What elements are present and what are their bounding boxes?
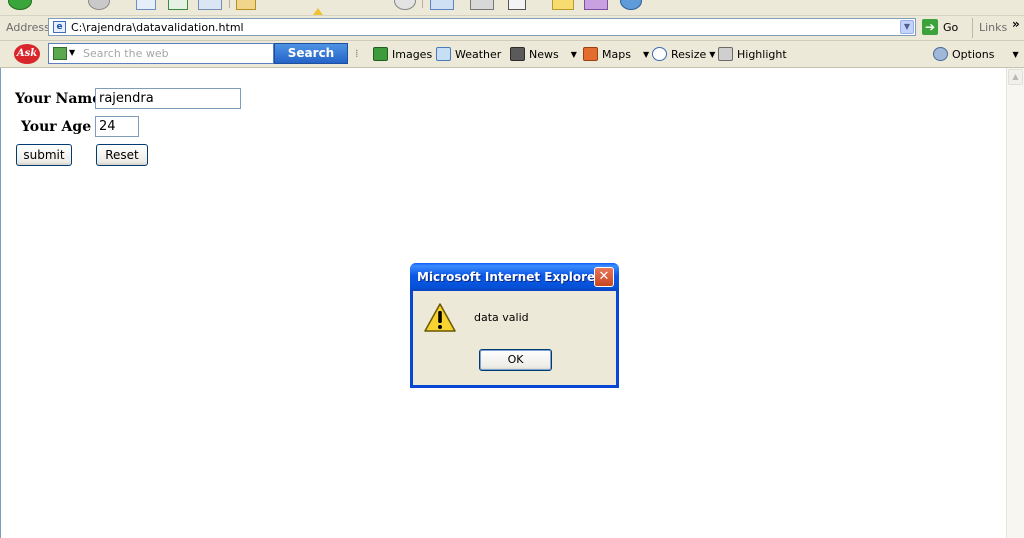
go-button-label[interactable]: Go <box>943 21 958 34</box>
warning-icon <box>424 303 456 332</box>
address-label: Address <box>6 21 50 34</box>
print-icon[interactable] <box>470 0 494 10</box>
forward-icon[interactable] <box>88 0 110 10</box>
chevron-down-icon[interactable]: ▼ <box>900 20 914 34</box>
standard-buttons-toolbar <box>0 0 1024 16</box>
age-label: Your Age <box>21 119 92 135</box>
back-icon[interactable] <box>8 0 32 10</box>
ok-button[interactable]: OK <box>479 349 552 371</box>
alert-message: data valid <box>474 311 529 324</box>
address-url[interactable]: C:\rajendra\datavalidation.html <box>71 21 244 34</box>
images-icon <box>373 47 388 61</box>
ask-search-box: ▼ <box>48 43 274 64</box>
ask-highlight-button[interactable]: Highlight <box>718 46 787 62</box>
discuss-icon[interactable] <box>552 0 574 10</box>
address-bar: Address e C:\rajendra\datavalidation.htm… <box>0 16 1024 41</box>
refresh-icon[interactable] <box>168 0 188 10</box>
alert-titlebar[interactable]: Microsoft Internet Explorer ✕ <box>410 263 619 291</box>
alert-dialog: Microsoft Internet Explorer ✕ data valid… <box>410 263 619 388</box>
reset-button[interactable]: Reset <box>96 144 148 166</box>
ask-weather-button[interactable]: Weather <box>436 46 501 62</box>
news-icon <box>510 47 525 61</box>
highlighter-icon <box>718 47 733 61</box>
ask-maps-label: Maps <box>602 47 631 61</box>
ask-images-button[interactable]: Images <box>373 46 432 62</box>
messenger-icon[interactable] <box>584 0 608 10</box>
globe-icon[interactable] <box>620 0 642 10</box>
ask-maps-button[interactable]: Maps ▼ <box>583 46 649 62</box>
ask-resize-label: Resize <box>671 47 707 61</box>
toolbar-separator <box>229 0 230 8</box>
media-icon[interactable] <box>394 0 416 10</box>
ie-page-icon: e <box>53 21 66 33</box>
ask-logo[interactable]: Ask <box>14 44 40 64</box>
vertical-scrollbar[interactable]: ▲ <box>1006 68 1024 538</box>
submit-button[interactable]: submit <box>16 144 72 166</box>
scroll-up-icon[interactable]: ▲ <box>1008 69 1023 85</box>
ask-search-input[interactable] <box>83 46 269 61</box>
alert-title: Microsoft Internet Explorer <box>417 270 602 284</box>
gear-icon <box>933 47 948 61</box>
toolbar-separator <box>422 0 423 8</box>
zoom-icon <box>652 47 667 61</box>
links-label[interactable]: Links <box>979 21 1007 34</box>
name-input[interactable] <box>95 88 241 109</box>
ask-search-button[interactable]: Search <box>274 43 348 64</box>
weather-icon <box>436 47 451 61</box>
mail-icon[interactable] <box>430 0 454 10</box>
age-input[interactable] <box>95 116 139 137</box>
chevron-down-icon[interactable]: ▼ <box>69 48 75 57</box>
ask-resize-button[interactable]: Resize ▼ <box>652 46 715 62</box>
favorites-icon[interactable] <box>308 0 328 15</box>
home-icon[interactable] <box>198 0 222 10</box>
address-field[interactable]: e C:\rajendra\datavalidation.html ▼ <box>48 18 916 36</box>
chevron-down-icon[interactable]: ▼ <box>1012 50 1018 59</box>
ask-news-label: News <box>529 47 559 61</box>
chevron-down-icon[interactable]: ▼ <box>571 50 577 59</box>
ask-options-button[interactable]: Options ▼ <box>933 46 1019 62</box>
toolbar-grip-icon[interactable]: ⁞ <box>355 47 359 60</box>
go-arrow-icon[interactable]: ➔ <box>922 19 938 35</box>
ask-highlight-label: Highlight <box>737 47 787 61</box>
ask-toolbar: Ask ▼ Search ⁞ Images Weather News ▼ Map… <box>0 41 1024 68</box>
maps-icon <box>583 47 598 61</box>
stop-icon[interactable] <box>136 0 156 10</box>
chevron-down-icon[interactable]: ▼ <box>709 50 715 59</box>
ask-news-button[interactable]: News ▼ <box>510 46 577 62</box>
close-icon[interactable]: ✕ <box>594 267 614 287</box>
name-label: Your Name <box>15 91 102 107</box>
search-engine-icon[interactable] <box>53 47 67 60</box>
chevron-down-icon[interactable]: ▼ <box>643 50 649 59</box>
ask-weather-label: Weather <box>455 47 502 61</box>
edit-icon[interactable] <box>508 0 526 10</box>
ask-images-label: Images <box>392 47 433 61</box>
ask-options-label: Options <box>952 47 995 61</box>
links-chevron-icon[interactable]: » <box>1012 17 1020 31</box>
search-icon[interactable] <box>236 0 256 10</box>
toolbar-separator <box>972 18 973 38</box>
